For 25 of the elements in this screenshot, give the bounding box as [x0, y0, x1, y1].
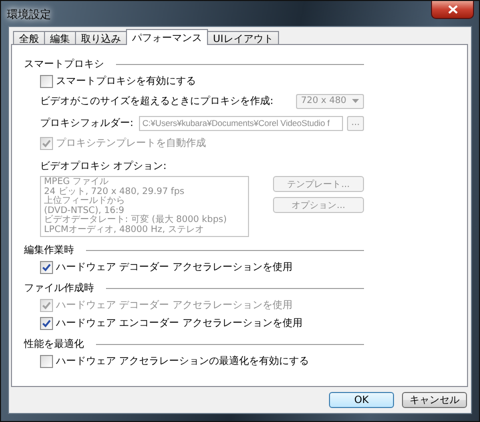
tab[interactable]: パフォーマンス [126, 29, 208, 45]
tab[interactable]: UIレイアウト [207, 31, 280, 45]
tab[interactable]: 取り込み [75, 31, 127, 45]
dropdown-arrow-icon [352, 99, 359, 103]
close-button[interactable] [431, 1, 474, 19]
section-heading: ファイル作成時 [24, 282, 94, 295]
section-heading: スマートプロキシ [24, 58, 104, 71]
tab[interactable]: 編集 [44, 31, 76, 45]
check-icon [42, 138, 51, 148]
section-heading: 編集作業時 [24, 244, 74, 257]
dialog-button[interactable]: キャンセル [402, 392, 467, 408]
proxy-options-text: MPEG ファイル 24 ビット, 720 x 480, 29.97 fps 上位フィールドから (DVD-NTSC), 16:9 ビデオデータレート: 可変 (最大 8000 kbps) LPCMオーディオ, 48000 Hz, ステレオ [40, 176, 249, 237]
window-title: 環境設定 [7, 7, 51, 22]
checkbox[interactable]: ハードウェア エンコーダー アクセラレーションを使用 [40, 315, 364, 331]
check-icon [42, 262, 51, 272]
folder-label: プロキシフォルダー: [40, 116, 134, 130]
size-label: ビデオがこのサイズを超えるときにプロキシを作成: [40, 94, 274, 108]
tab[interactable]: 全般 [13, 31, 45, 45]
options-label: ビデオプロキシ オプション: [40, 160, 168, 173]
checkbox[interactable]: ハードウェア デコーダー アクセラレーションを使用 [40, 259, 364, 275]
section-heading: 性能を最適化 [24, 338, 84, 351]
close-icon [448, 5, 458, 14]
dialog-button[interactable]: OK [329, 392, 394, 408]
checkbox[interactable]: スマートプロキシを有効にする [40, 73, 364, 89]
checkbox[interactable]: ハードウェア アクセラレーションの最適化を有効にする [40, 353, 364, 369]
